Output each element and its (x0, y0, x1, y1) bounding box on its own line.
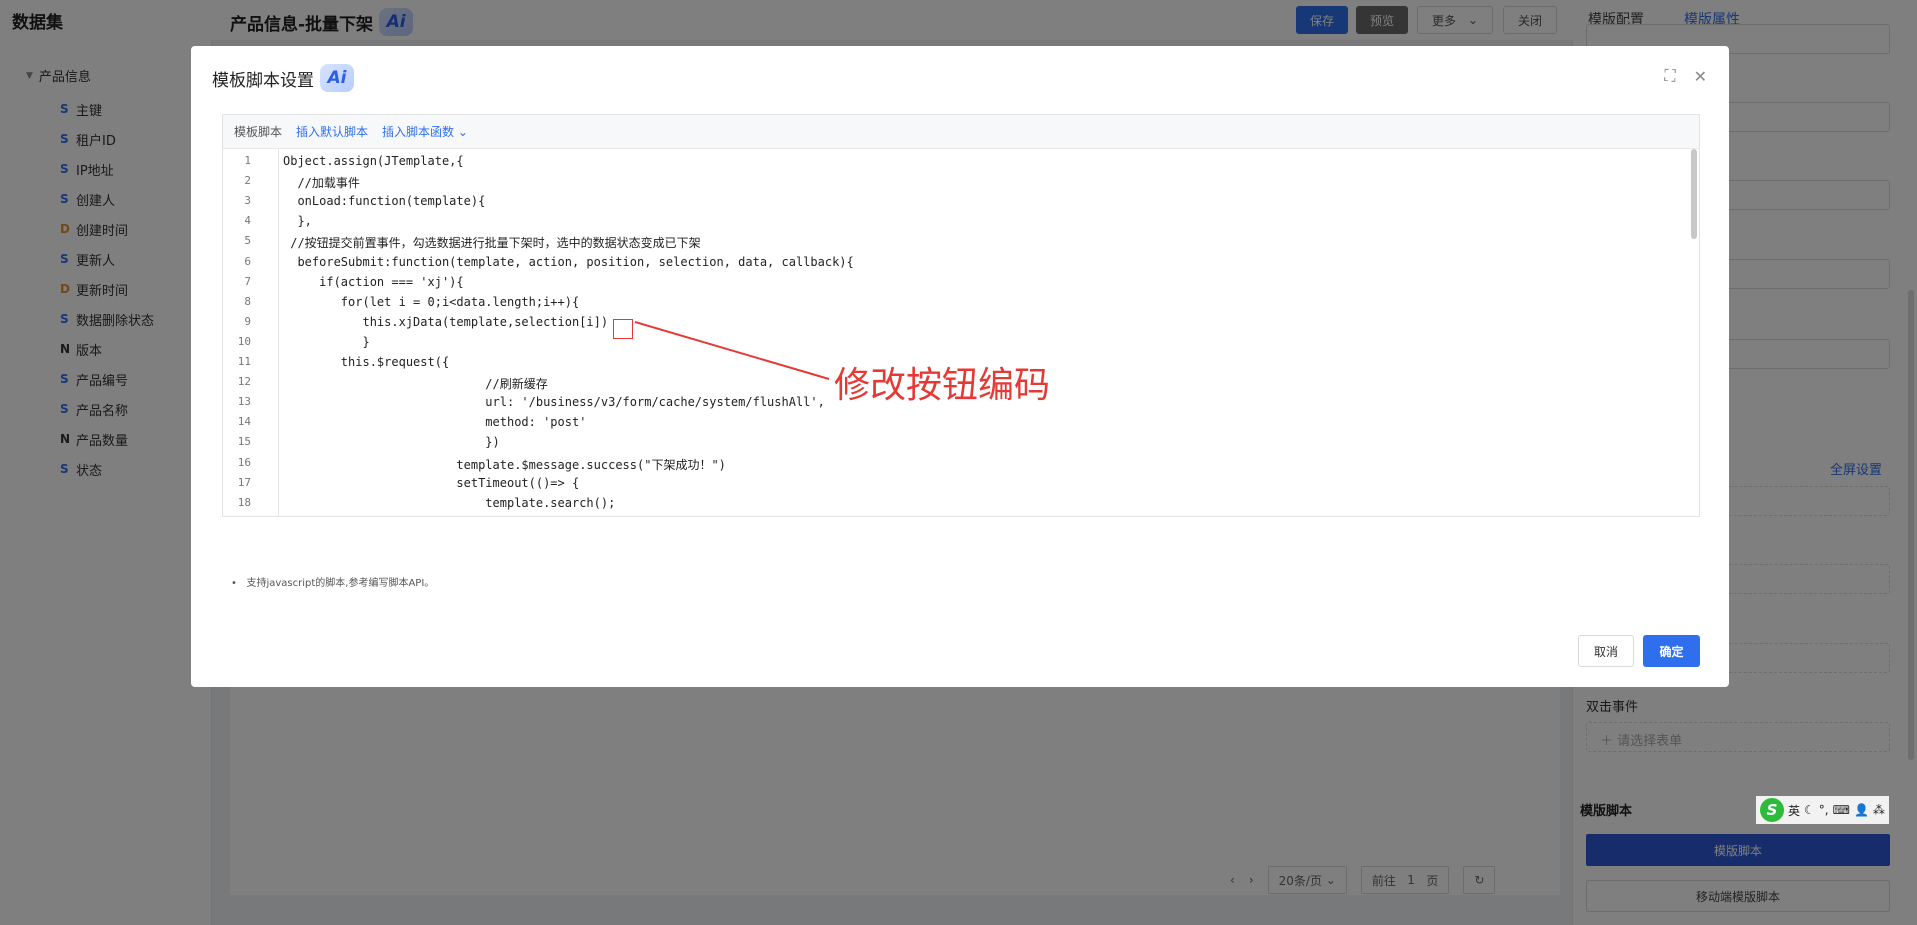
cancel-button[interactable]: 取消 (1578, 635, 1634, 667)
keyboard-icon[interactable]: ⌨ (1833, 803, 1850, 817)
sogou-ime-icon[interactable]: S (1760, 798, 1784, 822)
annotation-text: 修改按钮编码 (834, 365, 1051, 406)
moon-icon[interactable]: ☾ (1804, 803, 1815, 817)
ime-toolbar[interactable]: S 英 ☾ °, ⌨ 👤 ⁂ (1756, 796, 1889, 824)
template-script-dialog: 模板脚本设置 Ai ⛶ ✕ 模板脚本 插入默认脚本 插入脚本函数 ⌄ 12345… (191, 46, 1729, 687)
script-help-text: 支持javascript的脚本,参考编写脚本API。 (246, 578, 435, 589)
confirm-button[interactable]: 确定 (1643, 635, 1700, 667)
script-help-note: • 支持javascript的脚本,参考编写脚本API。 (231, 574, 434, 589)
bullet-icon: • (231, 578, 244, 589)
user-icon[interactable]: 👤 (1854, 803, 1869, 817)
apps-icon[interactable]: ⁂ (1873, 803, 1885, 817)
ime-language[interactable]: 英 (1788, 802, 1800, 819)
punctuation-icon[interactable]: °, (1819, 803, 1829, 817)
